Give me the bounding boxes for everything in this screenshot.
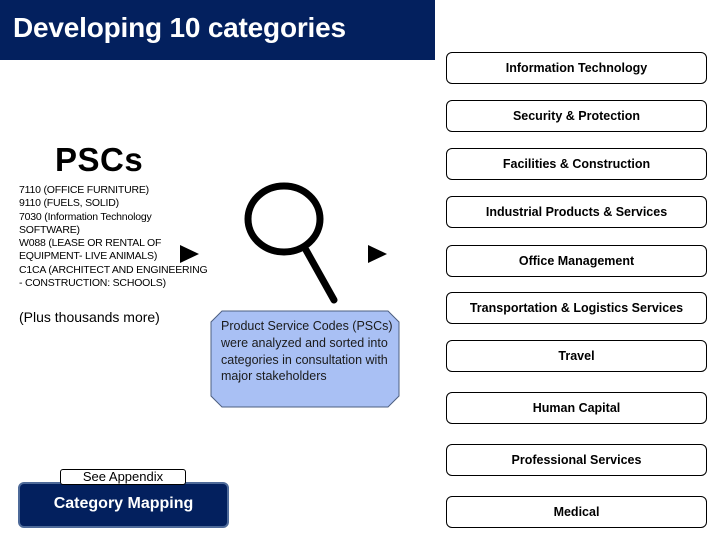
magnifier-lens bbox=[244, 182, 324, 256]
arrow-right-icon bbox=[368, 245, 387, 263]
magnifier-handle bbox=[302, 246, 338, 304]
psc-list-item: 7110 (OFFICE FURNITURE) bbox=[19, 184, 149, 196]
callout-text: Product Service Codes (PSCs) were analyz… bbox=[221, 319, 393, 384]
category-medical: Medical bbox=[446, 496, 707, 528]
category-human-capital: Human Capital bbox=[446, 392, 707, 424]
category-travel: Travel bbox=[446, 340, 707, 372]
category-facilities-construction: Facilities & Construction bbox=[446, 148, 707, 180]
category-security-protection: Security & Protection bbox=[446, 100, 707, 132]
psc-list-item: - CONSTRUCTION: SCHOOLS) bbox=[19, 277, 166, 290]
plus-more-note: (Plus thousands more) bbox=[19, 309, 160, 325]
psc-list-item: EQUIPMENT- LIVE ANIMALS) bbox=[19, 250, 158, 263]
category-information-technology: Information Technology bbox=[446, 52, 707, 84]
category-mapping-button[interactable]: Category Mapping bbox=[18, 482, 229, 528]
category-professional-services: Professional Services bbox=[446, 444, 707, 476]
pscs-heading: PSCs bbox=[55, 141, 144, 178]
title-bar: Developing 10 categories bbox=[0, 0, 435, 60]
magnifying-glass-icon bbox=[244, 182, 338, 304]
psc-list-item: SOFTWARE) bbox=[19, 223, 80, 236]
psc-list-item: 9110 (FUELS, SOLID) bbox=[19, 197, 119, 210]
psc-list: 7110 (OFFICE FURNITURE) 9110 (FUELS, SOL… bbox=[19, 184, 234, 290]
category-transportation-logistics: Transportation & Logistics Services bbox=[446, 292, 707, 324]
category-industrial-products-services: Industrial Products & Services bbox=[446, 196, 707, 228]
arrow-right-icon bbox=[180, 245, 199, 263]
category-office-management: Office Management bbox=[446, 245, 707, 277]
psc-list-item: 7030 (Information Technology bbox=[19, 210, 152, 223]
psc-list-item: W088 (LEASE OR RENTAL OF bbox=[19, 237, 162, 250]
see-appendix-label: See Appendix bbox=[60, 469, 186, 485]
psc-list-item: C1CA (ARCHITECT AND ENGINEERING bbox=[19, 263, 208, 276]
analysis-callout: Product Service Codes (PSCs) were analyz… bbox=[210, 310, 400, 408]
page-title: Developing 10 categories bbox=[13, 12, 346, 43]
